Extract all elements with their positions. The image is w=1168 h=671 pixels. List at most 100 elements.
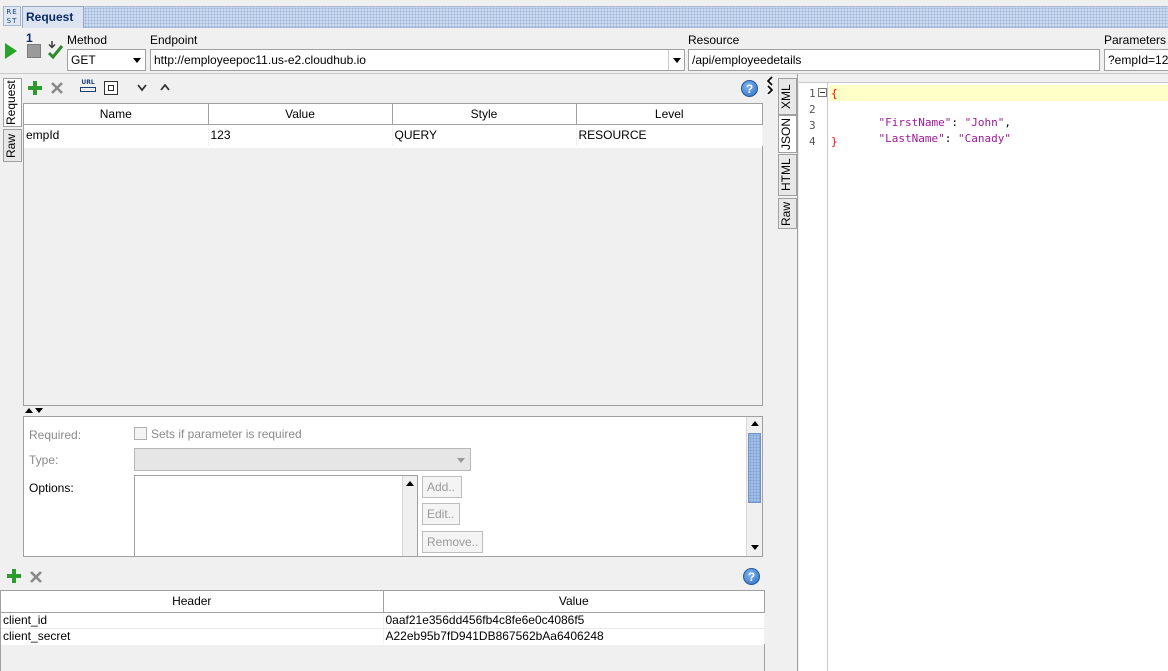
tab-html[interactable]: HTML (778, 154, 797, 196)
type-label: Type: (29, 453, 59, 467)
header-name-cell[interactable]: client_secret (1, 628, 384, 644)
column-header-style[interactable]: Style (392, 104, 577, 125)
endpoint-input-value: http://employeepoc11.us-e2.cloudhub.io (154, 53, 366, 67)
line-number: 4 (809, 135, 816, 148)
toolbar: Method GET Endpoint http://employeepoc11… (0, 32, 1168, 74)
request-title-tab[interactable]: Request 1 (22, 6, 84, 45)
scrollbar-thumb[interactable] (748, 433, 761, 503)
table-row[interactable]: client_id 0aaf21e356dd456fb4c8fe6e0c4086… (1, 612, 765, 629)
headers-table: Header Value client_id 0aaf21e356dd456fb… (1, 591, 765, 644)
toolbar-divider (0, 73, 1168, 74)
json-colon: : (944, 132, 958, 145)
scroll-up-icon[interactable] (406, 481, 414, 486)
url-icon[interactable]: URL (80, 80, 96, 95)
headers-table-panel: Header Value client_id 0aaf21e356dd456fb… (0, 590, 765, 671)
endpoint-dropdown-button[interactable] (668, 50, 684, 70)
required-label: Required: (29, 428, 82, 442)
method-select[interactable]: GET (67, 49, 146, 71)
required-checkbox[interactable] (134, 427, 147, 440)
line-number: 1 (809, 87, 816, 100)
param-details-panel: Required: Sets if parameter is required … (23, 416, 763, 557)
fold-toggle-icon[interactable] (818, 88, 827, 97)
method-select-value: GET (71, 53, 96, 67)
json-close-brace: } (831, 135, 838, 148)
type-select[interactable] (134, 448, 471, 471)
param-name-cell[interactable]: empId (24, 124, 209, 146)
scroll-up-icon[interactable] (751, 421, 759, 426)
rest-request-icon: RE ST (3, 6, 21, 26)
param-level-cell[interactable]: RESOURCE (576, 124, 763, 146)
json-value: "Canady" (957, 132, 1011, 145)
title-bar-fill (84, 6, 1168, 28)
parameters-input[interactable]: ?empId=123 (1104, 49, 1168, 71)
delete-param-icon[interactable] (50, 81, 64, 95)
options-list[interactable] (134, 475, 418, 557)
chevron-down-icon (673, 58, 681, 63)
header-name-cell[interactable]: client_id (1, 612, 384, 629)
stop-icon[interactable] (27, 44, 41, 58)
table-row[interactable]: client_secret A22eb95b7fD941DB867562bAa6… (1, 628, 765, 644)
edit-option-button[interactable]: Edit.. (422, 503, 460, 525)
submit-check-icon[interactable] (47, 40, 65, 60)
column-header-name[interactable]: Name (24, 104, 209, 125)
line-number-gutter (799, 83, 828, 671)
param-value-cell[interactable]: 123 (208, 124, 393, 146)
endpoint-input[interactable]: http://employeepoc11.us-e2.cloudhub.io (150, 49, 685, 71)
json-key: "LastName" (878, 132, 945, 145)
remove-option-button[interactable]: Remove.. (422, 531, 483, 553)
resource-input-value: /api/employeedetails (692, 53, 802, 67)
options-scrollbar[interactable] (402, 476, 417, 556)
column-header-value[interactable]: Value (208, 104, 393, 125)
panel-splitter[interactable] (765, 74, 775, 671)
column-header-level[interactable]: Level (576, 104, 762, 125)
collapse-left-icon[interactable] (766, 76, 774, 94)
parameters-input-value: ?empId=123 (1108, 53, 1168, 67)
column-header-header[interactable]: Header (1, 591, 384, 613)
scroll-down-icon[interactable] (751, 545, 759, 550)
params-table-header: Name Value Style Level (24, 104, 762, 125)
params-table-panel: Name Value Style Level empId 123 QUERY R… (23, 103, 763, 406)
header-value-cell[interactable]: 0aaf21e356dd456fb4c8fe6e0c4086f5 (383, 612, 765, 629)
help-icon[interactable]: ? (743, 568, 760, 585)
line-number: 2 (809, 103, 816, 116)
params-table-empty-area (24, 148, 762, 405)
tab-raw-request[interactable]: Raw (3, 129, 22, 162)
move-up-icon[interactable] (160, 84, 170, 92)
params-table: Name Value Style Level empId 123 QUERY R… (24, 104, 763, 146)
sync-params-icon[interactable] (104, 81, 118, 95)
current-line-highlight (829, 85, 1168, 101)
splitter-collapse-icon[interactable] (24, 406, 44, 415)
param-style-cell[interactable]: QUERY (392, 124, 577, 146)
add-option-button[interactable]: Add.. (422, 476, 462, 498)
help-icon[interactable]: ? (741, 80, 758, 97)
tab-json[interactable]: JSON (778, 115, 797, 153)
headers-table-header: Header Value (1, 591, 764, 613)
details-scrollbar[interactable] (746, 417, 762, 556)
line-number: 3 (809, 119, 816, 132)
table-row[interactable]: empId 123 QUERY RESOURCE (24, 124, 763, 146)
method-label: Method (67, 33, 108, 47)
chevron-down-icon (133, 58, 141, 63)
tab-request[interactable]: Request (3, 78, 22, 127)
parameters-label: Parameters (1104, 33, 1167, 47)
add-header-icon[interactable] (7, 569, 21, 583)
options-label: Options: (29, 481, 74, 495)
tab-raw-response[interactable]: Raw (778, 198, 797, 229)
response-top-border (799, 82, 1168, 83)
delete-header-icon[interactable] (29, 570, 43, 584)
json-open-brace: { (831, 87, 838, 100)
move-down-icon[interactable] (137, 84, 147, 92)
header-value-cell[interactable]: A22eb95b7fD941DB867562bAa6406248 (383, 628, 765, 644)
chevron-down-icon (457, 458, 465, 463)
params-toolbar: URL ? (23, 77, 763, 101)
json-line-lastname: "LastName": "Canady" (852, 119, 1011, 158)
headers-table-empty-area (1, 645, 764, 671)
resource-input[interactable]: /api/employeedetails (688, 49, 1100, 71)
run-icon[interactable] (5, 43, 17, 59)
title-bar: RE ST Request 1 (0, 0, 1168, 45)
resource-label: Resource (688, 33, 740, 47)
column-header-value[interactable]: Value (383, 591, 764, 613)
add-param-icon[interactable] (27, 80, 43, 96)
tab-xml[interactable]: XML (778, 78, 797, 115)
response-editor[interactable]: 1 2 3 4 { "FirstName": "John", "LastName… (799, 83, 1168, 671)
